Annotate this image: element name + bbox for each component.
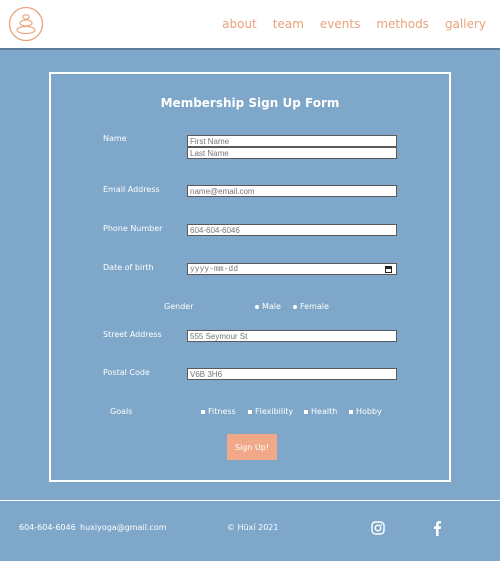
goal-health-option[interactable]: Health [304,407,337,416]
main-nav: about team events methods gallery [222,17,486,31]
male-radio[interactable] [255,304,259,309]
site-header: about team events methods gallery [0,0,500,50]
female-label: Female [300,302,329,311]
street-label: Street Address [103,330,162,339]
phone-label: Phone Number [103,224,163,233]
goal-hobby-option[interactable]: Hobby [349,407,382,416]
postal-label: Postal Code [103,368,150,377]
email-label: Email Address [103,185,160,194]
goals-label: Goals [110,407,133,416]
phone-input[interactable] [187,224,397,236]
hobby-label: Hobby [356,407,382,416]
fitness-checkbox[interactable] [201,409,205,414]
dob-input[interactable] [187,263,397,275]
nav-events[interactable]: events [320,17,360,31]
goal-flexibility-option[interactable]: Flexibility [248,407,293,416]
gender-female-option[interactable]: Female [293,302,329,311]
nav-methods[interactable]: methods [376,17,429,31]
gender-male-option[interactable]: Male [255,302,281,311]
female-radio[interactable] [293,304,297,309]
footer-email[interactable]: huxiyoga@gmail.com [80,523,167,532]
fitness-label: Fitness [208,407,236,416]
hobby-checkbox[interactable] [349,409,353,414]
footer-phone: 604-604-6046 [19,523,76,532]
goal-fitness-option[interactable]: Fitness [201,407,236,416]
flexibility-checkbox[interactable] [248,409,252,414]
postal-input[interactable] [187,368,397,380]
street-input[interactable] [187,330,397,342]
gender-label: Gender [164,302,194,311]
footer-divider [0,500,500,501]
nav-team[interactable]: team [273,17,304,31]
name-label: Name [103,134,127,143]
stacked-stones-logo-icon[interactable] [8,6,44,42]
calendar-icon[interactable] [385,266,392,273]
email-input[interactable] [187,185,397,197]
male-label: Male [262,302,281,311]
nav-gallery[interactable]: gallery [445,17,486,31]
facebook-icon[interactable] [432,520,442,536]
instagram-icon[interactable] [371,521,385,535]
sign-up-button[interactable]: Sign Up! [227,434,277,460]
first-name-input[interactable] [187,135,397,147]
last-name-input[interactable] [187,147,397,159]
dob-label: Date of birth [103,263,154,272]
form-title: Membership Sign Up Form [160,96,340,110]
health-checkbox[interactable] [304,409,308,414]
nav-about[interactable]: about [222,17,257,31]
membership-form: Membership Sign Up Form Name Email Addre… [49,72,451,482]
health-label: Health [311,407,338,416]
footer-copyright: © Hüxí 2021 [227,523,279,532]
flexibility-label: Flexibility [255,407,294,416]
